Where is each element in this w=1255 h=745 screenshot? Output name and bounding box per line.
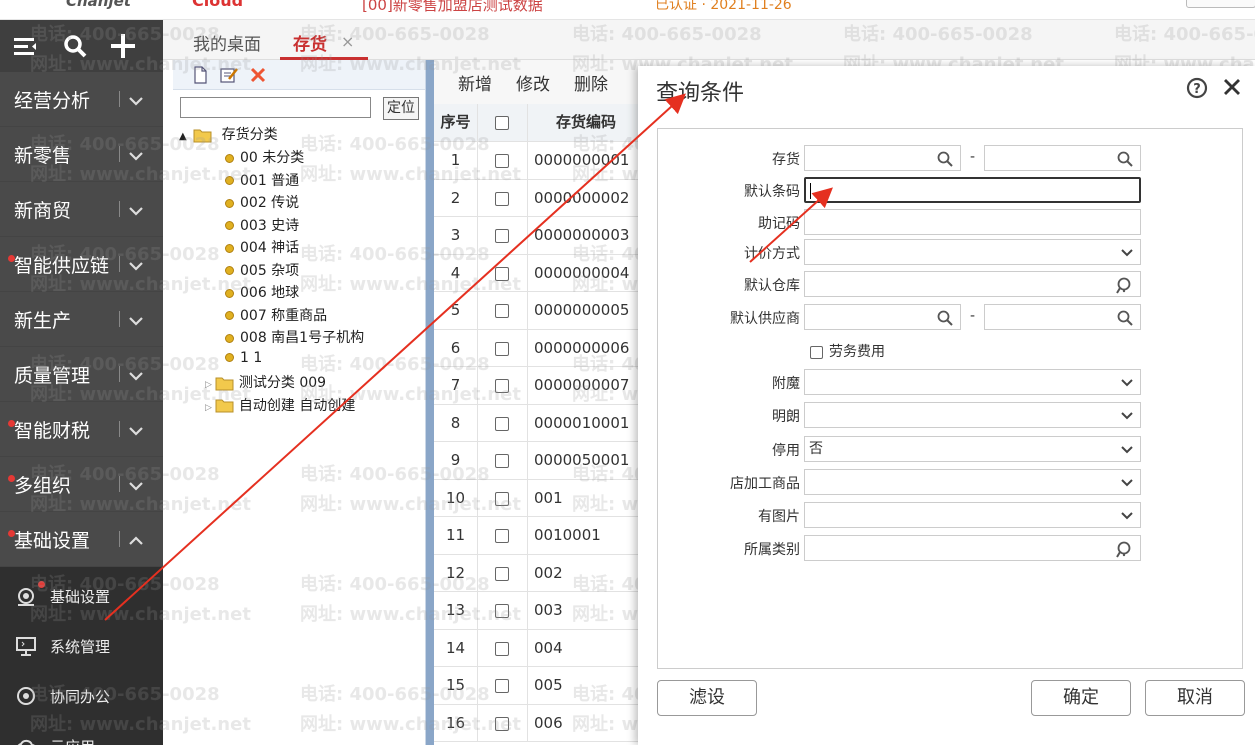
field-supplier-range: 默认供应商 - xyxy=(658,304,1244,330)
mnemonic-input[interactable] xyxy=(804,209,1141,235)
search-icon[interactable] xyxy=(936,309,954,327)
watermark-phone: 电话: 400-665-0028 xyxy=(30,574,220,595)
field-clear: 明朗 xyxy=(658,402,1244,428)
supplier-from-input[interactable] xyxy=(804,304,961,330)
checkbox-box[interactable] xyxy=(810,345,823,359)
help-icon[interactable]: ? xyxy=(1186,77,1208,99)
watermark-phone: 电话: 400-665-0028 xyxy=(300,134,490,155)
range-dash: - xyxy=(970,308,976,324)
field-label: 默认条码 xyxy=(744,184,800,200)
watermark-site: 网址: www.chanjet.net xyxy=(300,164,521,185)
close-icon[interactable] xyxy=(1222,77,1242,97)
watermark-phone: 电话: 400-665-0028 xyxy=(30,244,220,265)
has-image-select[interactable] xyxy=(804,502,1141,528)
watermark-site: 网址: www.chanjet.net xyxy=(300,54,521,75)
warehouse-input[interactable] xyxy=(804,271,1141,297)
field-inventory-range: 存货 - xyxy=(658,145,1244,171)
chevron-down-icon xyxy=(1121,379,1133,387)
search-icon[interactable] xyxy=(1116,309,1134,327)
cancel-button[interactable]: 取消 xyxy=(1145,680,1245,716)
field-warehouse: 默认仓库 xyxy=(658,271,1244,297)
field-processed: 店加工商品 xyxy=(658,469,1244,495)
dialog-title: 查询条件 xyxy=(656,81,745,106)
field-attach: 附魔 xyxy=(658,369,1244,395)
watermark-site: 网址: www.chanjet.net xyxy=(300,604,521,625)
watermark-phone: 电话: 400-665-0028 xyxy=(30,24,220,45)
category-input[interactable] xyxy=(804,535,1141,561)
field-has-image: 有图片 xyxy=(658,502,1244,528)
field-label: 默认供应商 xyxy=(730,311,800,327)
field-label: 停用 xyxy=(772,443,800,459)
watermark-site: 网址: www.chanjet.net xyxy=(30,494,251,515)
watermark-site: 网址: www.chanjet.net xyxy=(300,494,521,515)
field-label: 计价方式 xyxy=(744,246,800,262)
field-label: 附魔 xyxy=(772,376,800,392)
clear-select[interactable] xyxy=(804,402,1141,428)
query-conditions-dialog: 查询条件 ? 存货 - 默认条码 助记码 计价方式 默认仓库 默认供应商 - 劳… xyxy=(638,66,1255,745)
chevron-down-icon xyxy=(1121,479,1133,487)
filter-settings-button[interactable]: 滤设 xyxy=(657,680,757,716)
watermark-site: 网址: www.chanjet.net xyxy=(300,714,521,735)
field-category: 所属类别 xyxy=(658,535,1244,561)
field-label: 所属类别 xyxy=(744,542,800,558)
field-label: 店加工商品 xyxy=(730,476,800,492)
attach-select[interactable] xyxy=(804,369,1141,395)
pricing-select[interactable] xyxy=(804,239,1141,265)
watermark-phone: 电话: 400-665-0028 xyxy=(300,24,490,45)
chevron-down-icon xyxy=(1121,249,1133,257)
range-dash: - xyxy=(970,149,976,165)
chevron-down-icon xyxy=(1121,412,1133,420)
watermark-phone: 电话: 400-665-0028 xyxy=(30,354,220,375)
watermark-phone: 电话: 400-665-0028 xyxy=(300,684,490,705)
field-label: 默认仓库 xyxy=(744,278,800,294)
field-disabled: 停用 否 xyxy=(658,436,1244,462)
field-barcode: 默认条码 xyxy=(658,177,1244,203)
watermark-site: 网址: www.chanjet.net xyxy=(30,604,251,625)
confirm-button[interactable]: 确定 xyxy=(1031,680,1131,716)
chevron-down-icon xyxy=(1121,446,1133,454)
watermark-site: 网址: www.chanjet.net xyxy=(30,164,251,185)
watermark-phone: 电话: 400-665-0028 xyxy=(843,24,1033,45)
reference-search-icon[interactable] xyxy=(1116,276,1134,294)
search-icon[interactable] xyxy=(1116,150,1134,168)
watermark-site: 网址: www.chanjet.net xyxy=(30,384,251,405)
watermark-site: 网址: www.chanjet.net xyxy=(300,384,521,405)
disabled-select-value: 否 xyxy=(809,441,823,457)
watermark-phone: 电话: 400-665-0028 xyxy=(30,684,220,705)
watermark-site: 网址: www.chanjet.net xyxy=(30,54,251,75)
field-pricing: 计价方式 xyxy=(658,239,1244,265)
inventory-to-input[interactable] xyxy=(984,145,1141,171)
barcode-input[interactable] xyxy=(804,177,1141,203)
watermark-site: 网址: www.chanjet.net xyxy=(300,274,521,295)
field-label: 有图片 xyxy=(758,509,800,525)
field-label: 存货 xyxy=(772,152,800,168)
chevron-down-icon xyxy=(1121,512,1133,520)
watermark-phone: 电话: 400-665-0028 xyxy=(30,464,220,485)
field-mnemonic: 助记码 xyxy=(658,209,1244,235)
reference-search-icon[interactable] xyxy=(1116,540,1134,558)
watermark-site: 网址: www.chanjet.net xyxy=(30,714,251,735)
field-label: 助记码 xyxy=(758,216,800,232)
watermark-phone: 电话: 400-665-0028 xyxy=(300,464,490,485)
svg-text:?: ? xyxy=(1193,82,1201,97)
watermark-phone: 电话: 400-665-0028 xyxy=(300,354,490,375)
disabled-select[interactable]: 否 xyxy=(804,436,1141,462)
dialog-form: 存货 - 默认条码 助记码 计价方式 默认仓库 默认供应商 - 劳务费用 附魔 … xyxy=(657,128,1243,669)
watermark-phone: 电话: 400-665-0028 xyxy=(300,244,490,265)
watermark-phone: 电话: 400-665-0028 xyxy=(30,134,220,155)
watermark-site: 网址: www.chanjet.net xyxy=(30,274,251,295)
field-label: 明朗 xyxy=(772,409,800,425)
processed-select[interactable] xyxy=(804,469,1141,495)
watermark-phone: 电话: 400-665-0028 xyxy=(300,574,490,595)
labor-fee-checkbox[interactable]: 劳务费用 xyxy=(810,341,885,361)
inventory-from-input[interactable] xyxy=(804,145,961,171)
watermark-phone: 电话: 400-665-0028 xyxy=(572,24,762,45)
supplier-to-input[interactable] xyxy=(984,304,1141,330)
watermark-phone: 电话: 400-665-0028 xyxy=(1114,24,1255,45)
search-icon[interactable] xyxy=(936,150,954,168)
